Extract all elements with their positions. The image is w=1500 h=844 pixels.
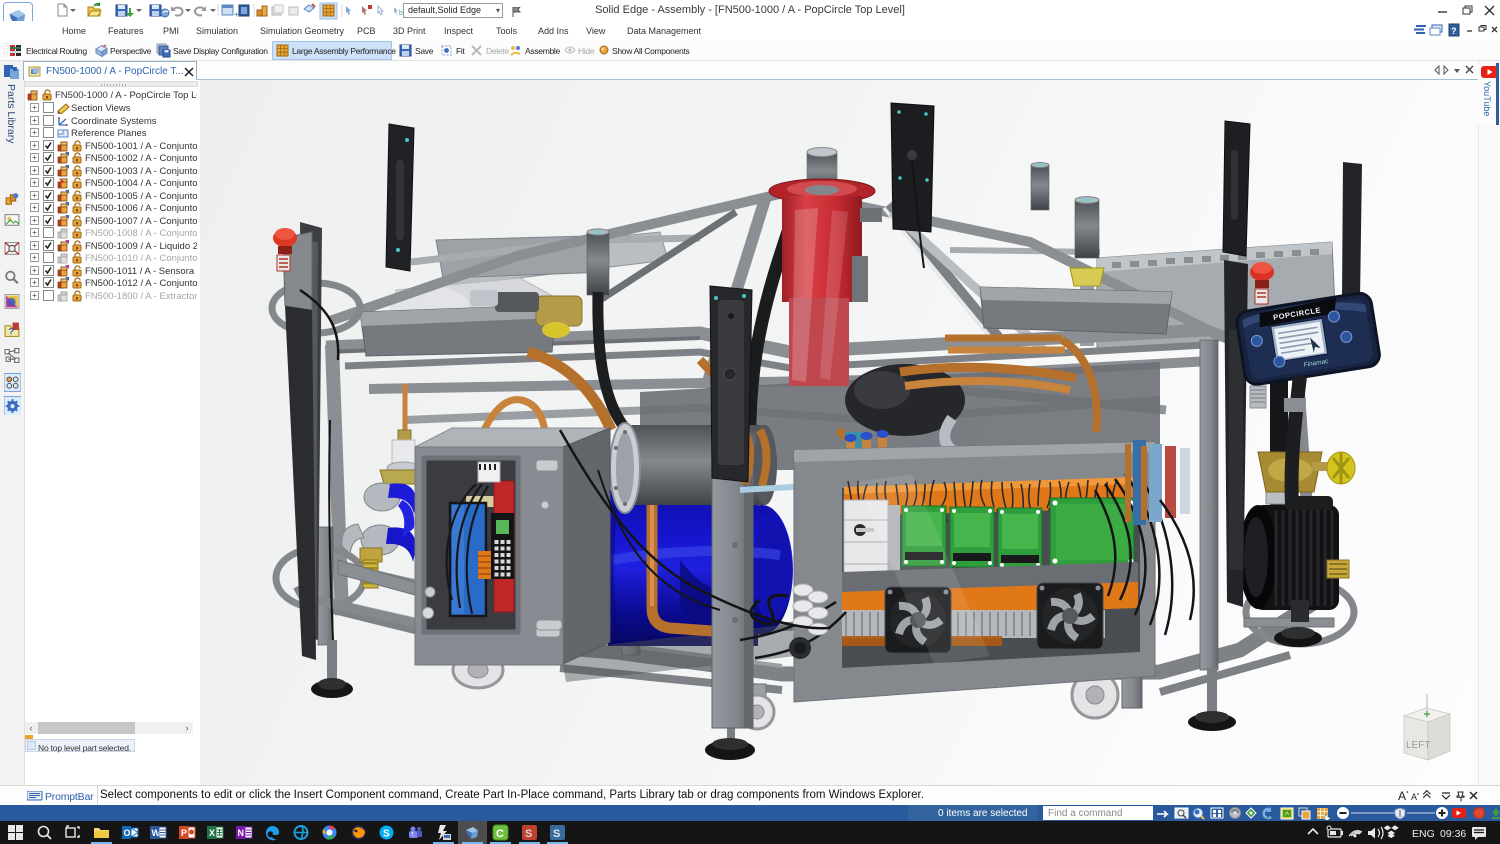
- svg-text:A: A: [1411, 792, 1417, 802]
- svg-text:T: T: [411, 832, 414, 838]
- svg-text:X: X: [209, 828, 215, 838]
- svg-text:C: C: [496, 828, 504, 840]
- svg-text:P: P: [181, 828, 187, 838]
- svg-text:LEFT: LEFT: [1406, 740, 1430, 751]
- svg-text:S: S: [553, 828, 560, 840]
- svg-text:A: A: [1398, 789, 1406, 803]
- svg-text:09:36: 09:36: [1440, 828, 1466, 840]
- svg-text:+: +: [234, 10, 239, 19]
- svg-text:ENG: ENG: [1412, 828, 1435, 840]
- svg-text:O: O: [124, 828, 131, 838]
- svg-text:N: N: [238, 828, 245, 838]
- svg-text:S: S: [383, 829, 390, 840]
- svg-text:?: ?: [1451, 26, 1457, 36]
- svg-text:S: S: [525, 828, 532, 840]
